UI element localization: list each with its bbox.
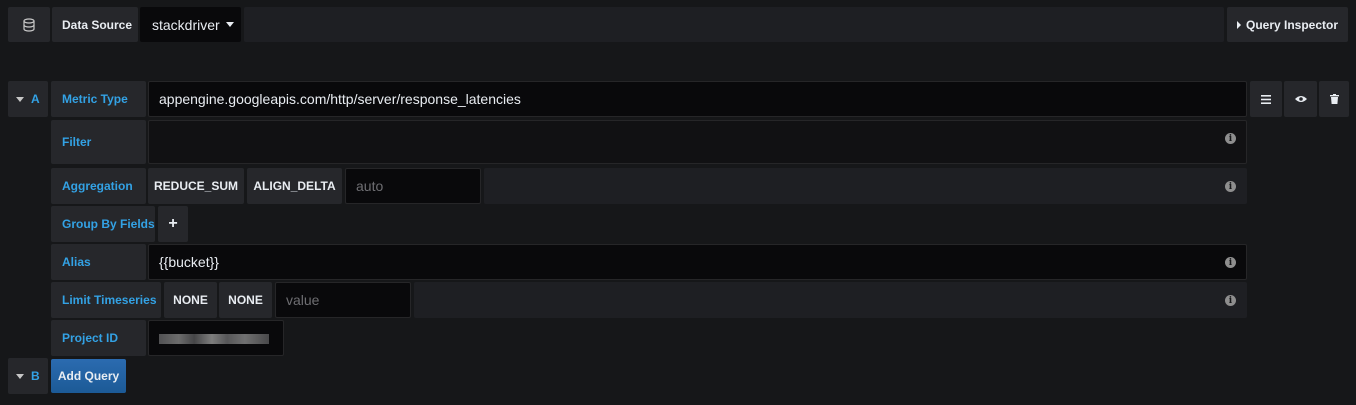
query-inspector-label: Query Inspector: [1245, 17, 1339, 32]
group-by-label-cell: Group By Fields: [51, 206, 155, 242]
filter-label-cell: Filter: [51, 120, 146, 164]
limit-option-1-select[interactable]: NONE: [164, 282, 217, 318]
datasource-label: Data Source: [62, 17, 133, 32]
query-b-toggle[interactable]: B: [8, 358, 48, 394]
aggregation-info-icon[interactable]: i: [1225, 181, 1236, 192]
aggregation-label: Aggregation: [62, 179, 133, 193]
caret-right-icon: [1236, 20, 1241, 29]
metric-type-label: Metric Type: [62, 92, 128, 106]
aggregation-filler: [484, 168, 1247, 204]
limit-filler: [414, 282, 1247, 318]
toggle-visibility-button[interactable]: [1284, 81, 1317, 117]
metric-type-input[interactable]: appengine.googleapis.com/http/server/res…: [148, 81, 1247, 117]
metric-type-label-cell: Metric Type: [51, 81, 146, 117]
trash-icon: [1329, 94, 1339, 104]
limit-timeseries-label-cell: Limit Timeseries: [51, 282, 161, 318]
group-by-label: Group By Fields: [62, 217, 155, 231]
alias-value: {{bucket}}: [159, 254, 219, 270]
query-options-button[interactable]: [1250, 81, 1282, 117]
alias-input[interactable]: {{bucket}}: [148, 244, 1247, 280]
aligner-select[interactable]: ALIGN_DELTA: [247, 168, 342, 204]
header-filler: [244, 7, 1224, 42]
datasource-label-cell: Data Source: [52, 7, 138, 42]
query-a-letter: A: [31, 92, 40, 106]
datasource-value: stackdriver: [152, 16, 220, 33]
plus-icon: +: [168, 215, 178, 232]
limit-value-placeholder: value: [286, 292, 320, 308]
alias-label: Alias: [62, 255, 91, 269]
filter-input[interactable]: [148, 120, 1247, 164]
query-b-letter: B: [31, 369, 40, 383]
aggregation-label-cell: Aggregation: [51, 168, 146, 204]
database-icon: [23, 17, 35, 32]
collapse-caret-icon: [16, 96, 24, 102]
limit-timeseries-label: Limit Timeseries: [62, 293, 157, 307]
menu-icon: [1261, 94, 1271, 104]
eye-icon: [1294, 96, 1307, 102]
project-id-input[interactable]: [148, 320, 284, 356]
add-query-button[interactable]: Add Query: [51, 359, 126, 393]
add-group-by-button[interactable]: +: [158, 206, 188, 242]
filter-info-icon[interactable]: i: [1225, 133, 1236, 144]
redacted-project-id: [159, 334, 269, 344]
limit-option-2-select[interactable]: NONE: [219, 282, 272, 318]
alignment-period-input[interactable]: auto: [345, 168, 481, 204]
project-id-label: Project ID: [62, 331, 119, 345]
project-id-label-cell: Project ID: [51, 320, 146, 356]
add-query-label: Add Query: [57, 369, 120, 383]
alias-label-cell: Alias: [51, 244, 146, 280]
query-a-toggle[interactable]: A: [8, 81, 48, 117]
query-inspector-button[interactable]: Query Inspector: [1227, 7, 1348, 42]
metric-type-value: appengine.googleapis.com/http/server/res…: [159, 91, 521, 107]
filter-label: Filter: [62, 135, 92, 149]
limit-info-icon[interactable]: i: [1225, 295, 1236, 306]
collapse-caret-icon: [16, 373, 24, 379]
caret-down-icon: [225, 22, 234, 27]
datasource-picker[interactable]: stackdriver: [140, 7, 241, 42]
limit-value-input[interactable]: value: [275, 282, 411, 318]
reducer-select[interactable]: REDUCE_SUM: [148, 168, 244, 204]
alias-info-icon[interactable]: i: [1225, 257, 1236, 268]
delete-query-button[interactable]: [1319, 81, 1349, 117]
datasource-icon-cell: [8, 7, 50, 42]
alignment-period-placeholder: auto: [356, 178, 384, 194]
